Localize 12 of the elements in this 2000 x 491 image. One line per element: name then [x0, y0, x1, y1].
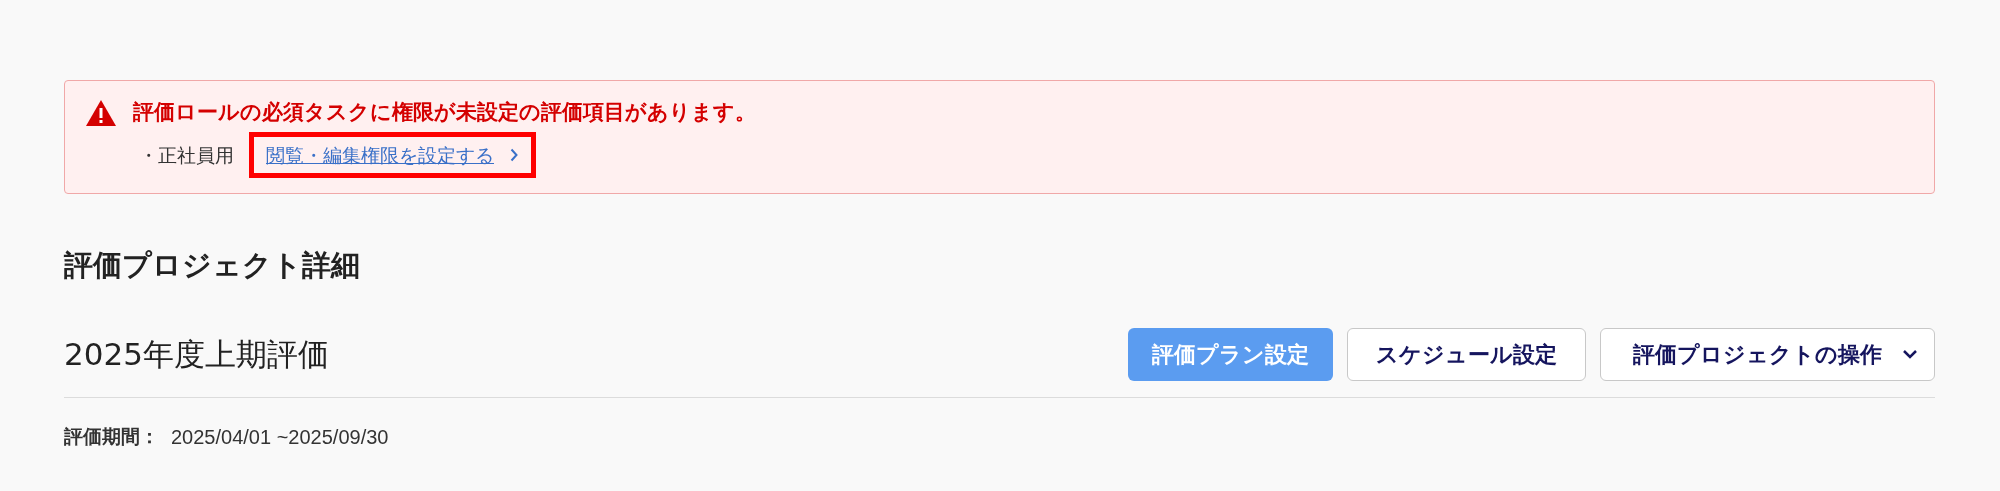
- chevron-right-icon: [510, 147, 519, 162]
- schedule-settings-button[interactable]: スケジュール設定: [1347, 327, 1586, 381]
- project-actions-dropdown[interactable]: 評価プロジェクトの操作: [1600, 327, 1935, 381]
- warning-icon: [85, 98, 117, 127]
- period-value: 2025/04/01 ~2025/09/30: [171, 424, 389, 450]
- bullet-label: ・正社員用: [139, 142, 234, 168]
- period-label: 評価期間：: [64, 424, 159, 450]
- warning-message: 評価ロールの必須タスクに権限が未設定の評価項目があります。: [133, 99, 756, 126]
- permission-settings-link[interactable]: 閲覧・編集権限を設定する: [254, 136, 531, 173]
- project-name: 2025年度上期評価: [64, 334, 329, 374]
- chevron-down-icon: [1902, 349, 1918, 359]
- page-title: 評価プロジェクト詳細: [64, 247, 361, 284]
